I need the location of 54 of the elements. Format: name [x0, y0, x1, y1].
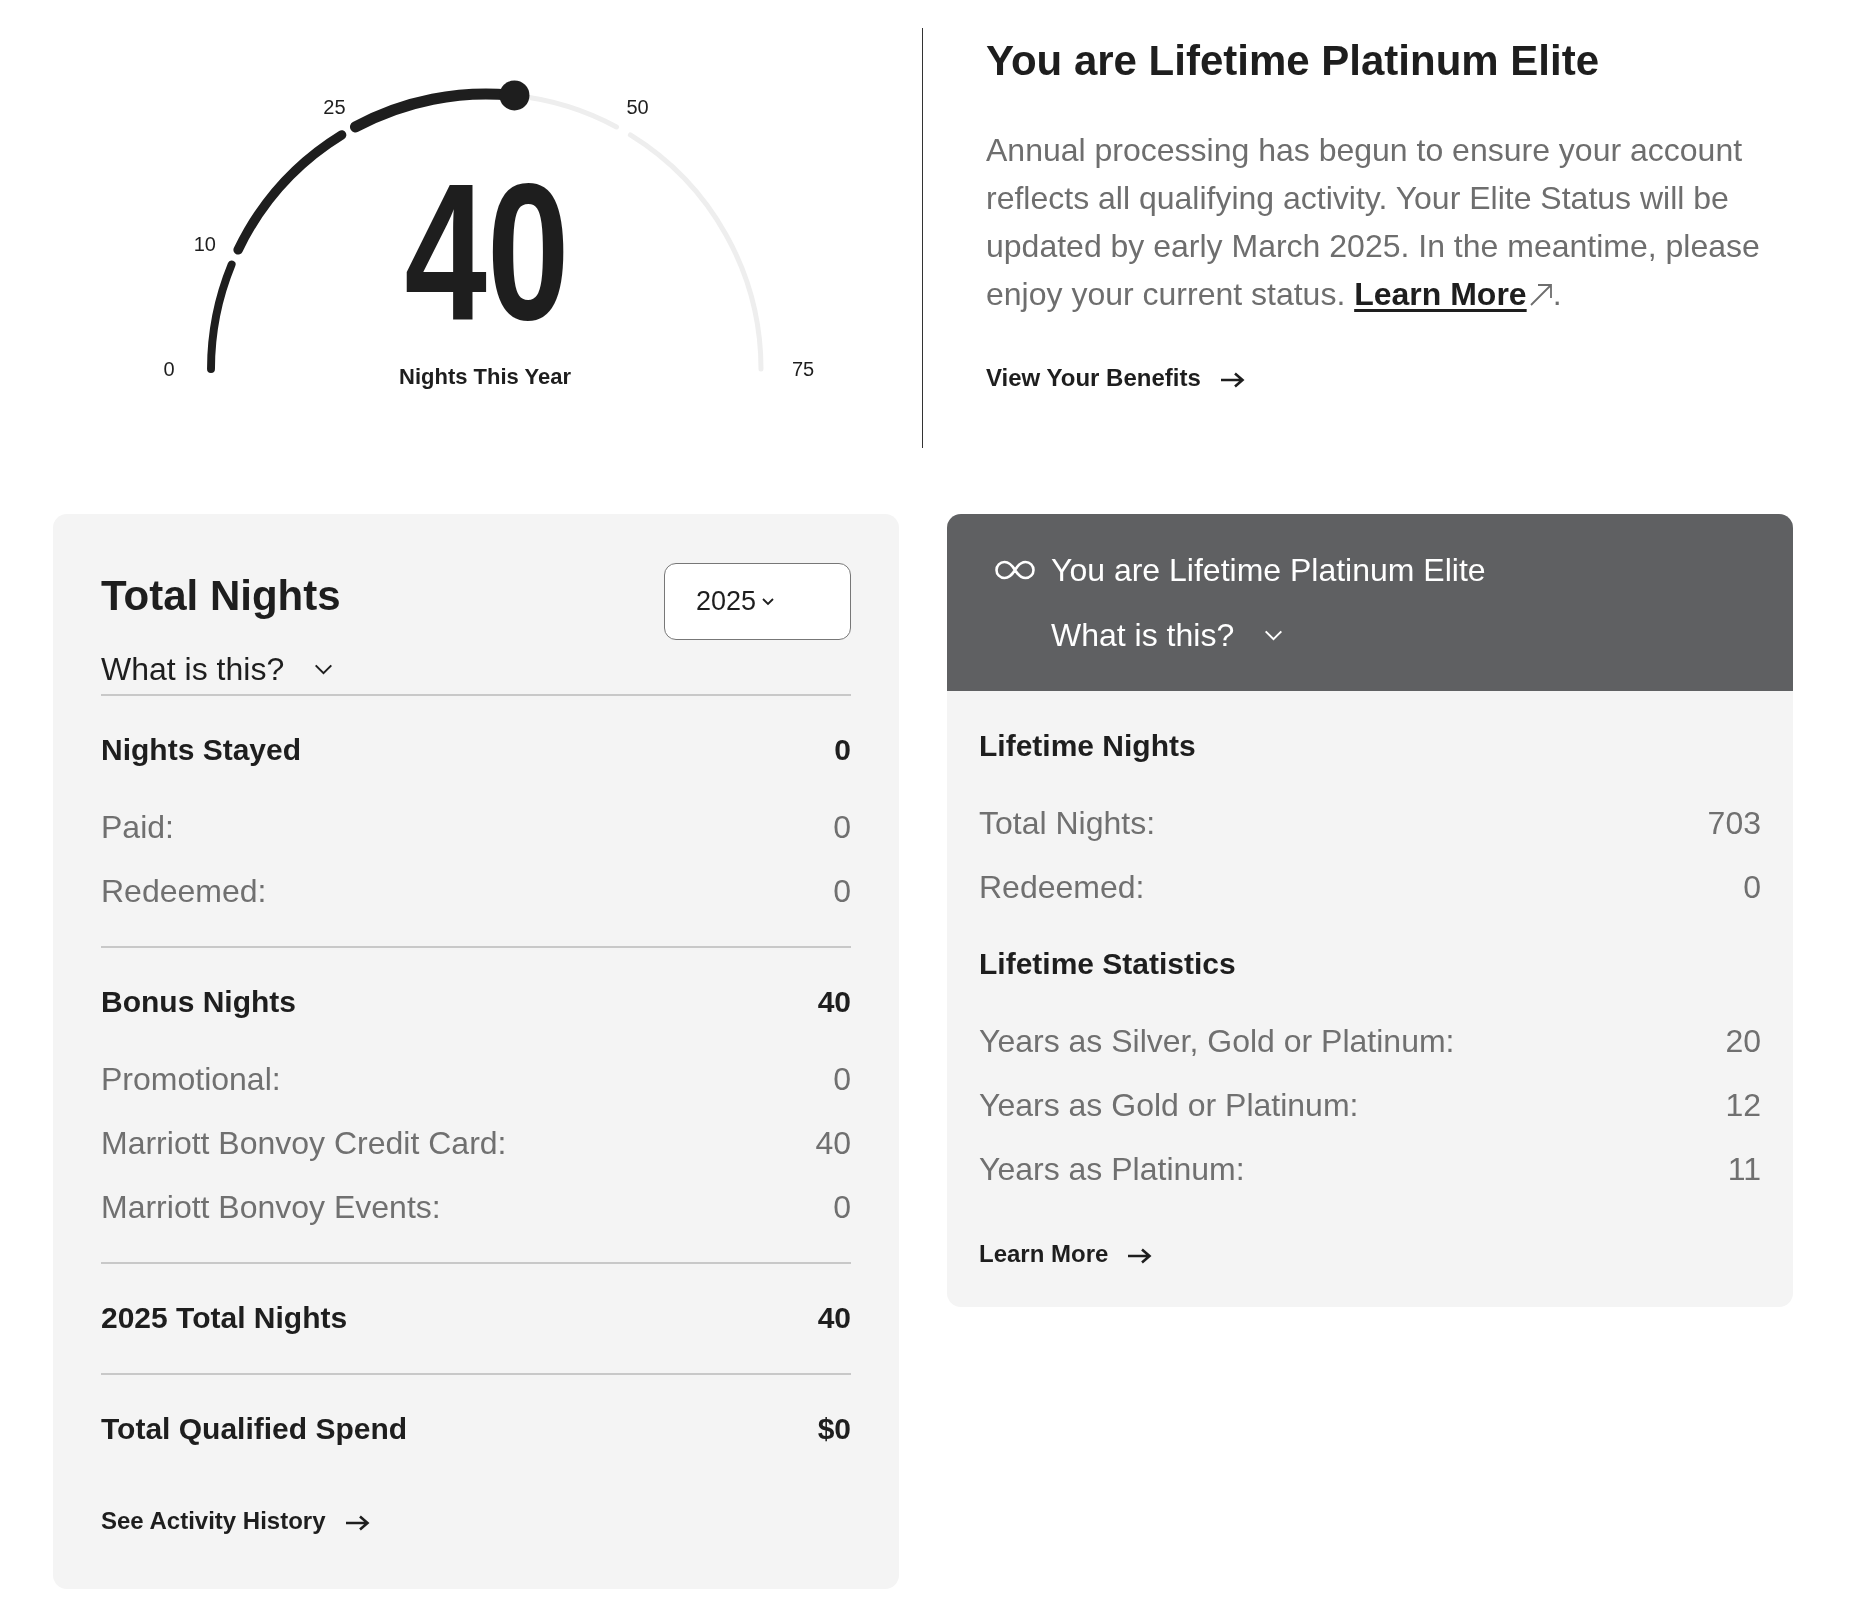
arrow-right-icon: [345, 1515, 370, 1531]
tick-label: 0: [163, 358, 175, 380]
tick-label: 75: [791, 358, 815, 380]
row-label: Total Nights:: [979, 805, 1156, 841]
row-value: 0: [833, 809, 851, 845]
row-label: Years as Platinum:: [979, 1151, 1245, 1187]
row-value: 20: [1725, 1023, 1761, 1059]
row-value: 12: [1725, 1087, 1761, 1123]
section-total: 0: [834, 732, 851, 768]
gauge-value: 40: [404, 142, 570, 361]
year-select[interactable]: 2025: [664, 563, 851, 640]
lifetime-status-title: You are Lifetime Platinum Elite: [1051, 551, 1486, 590]
section-heading: Bonus Nights: [101, 984, 296, 1020]
help-toggle[interactable]: What is this?: [101, 651, 334, 687]
row-label: Years as Gold or Platinum:: [979, 1087, 1359, 1123]
section-heading: 2025 Total Nights: [101, 1300, 348, 1336]
section-total: 40: [817, 984, 851, 1020]
learn-more-link[interactable]: Learn More: [979, 1239, 1153, 1269]
tick-label: 10: [193, 232, 216, 255]
section-heading: Nights Stayed: [101, 732, 302, 768]
row-value: 0: [833, 1189, 851, 1225]
row-label: Redeemed:: [979, 869, 1145, 905]
row-value: 0: [833, 1061, 851, 1097]
arrow-right-icon: [1128, 1248, 1153, 1264]
row-label: Years as Silver, Gold or Platinum:: [979, 1023, 1455, 1059]
section-total: 40: [817, 1300, 851, 1336]
arrow-right-icon: [1220, 372, 1245, 388]
learn-more-link[interactable]: Learn More: [1354, 276, 1553, 312]
row-label: Marriott Bonvoy Credit Card:: [101, 1125, 507, 1161]
row-value: 0: [833, 873, 851, 909]
chevron-down-icon: [762, 597, 775, 606]
external-link-icon: [1528, 283, 1553, 307]
row-label: Promotional:: [101, 1061, 281, 1097]
activity-history-link[interactable]: See Activity History: [101, 1506, 370, 1536]
row-label: Redeemed:: [101, 873, 267, 909]
tick-label: 50: [626, 95, 649, 118]
status-message: Annual processing has begun to ensure your account reflects all qualifying activity. Your Elite Status will be updated by early March 2025. In the meantime, please enjoy your current status. Learn More .: [986, 131, 1761, 314]
row-label: Paid:: [101, 809, 174, 845]
row-value: 11: [1727, 1151, 1761, 1187]
infinity-icon: [995, 560, 1035, 580]
section-heading: Lifetime Nights: [979, 728, 1196, 764]
help-toggle[interactable]: What is this?: [1051, 615, 1284, 655]
section-heading: Lifetime Statistics: [979, 946, 1236, 982]
section-heading: Total Qualified Spend: [101, 1411, 408, 1447]
view-benefits-link[interactable]: View Your Benefits: [986, 363, 1245, 393]
card-title: Total Nights: [101, 572, 341, 620]
row-value: 703: [1707, 805, 1761, 841]
row-value: 0: [1743, 869, 1761, 905]
section-total: $0: [817, 1411, 851, 1447]
row-label: Marriott Bonvoy Events:: [101, 1189, 441, 1225]
status-title: You are Lifetime Platinum Elite: [986, 36, 1600, 86]
tick-label: 25: [323, 95, 346, 118]
gauge-label: Nights This Year: [399, 364, 571, 389]
row-value: 40: [815, 1125, 851, 1161]
